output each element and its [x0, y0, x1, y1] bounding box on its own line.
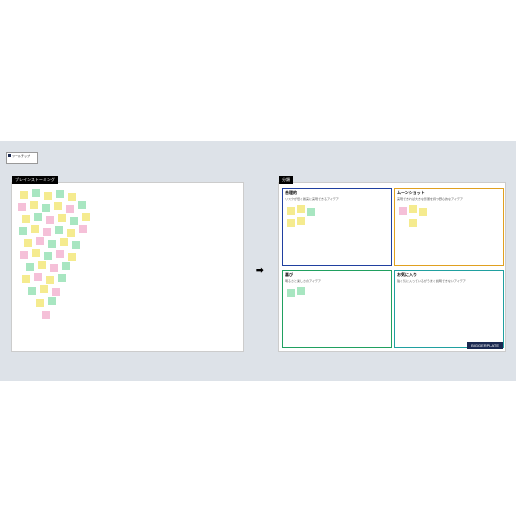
sticky-note[interactable] [20, 191, 28, 199]
sticky-note[interactable] [36, 299, 44, 307]
sticky-note[interactable] [22, 215, 30, 223]
q1-title: 合理的 [283, 189, 391, 197]
sticky-note[interactable] [48, 297, 56, 305]
sticky-note[interactable] [40, 285, 48, 293]
sticky-note[interactable] [54, 202, 62, 210]
sticky-note[interactable] [60, 238, 68, 246]
q4-sub: 強く気に入っているがうまく説明できないアイデア [395, 279, 503, 283]
sticky-note[interactable] [62, 262, 70, 270]
sticky-note[interactable] [31, 225, 39, 233]
q3-sub: 明るさと楽しさのアイデア [283, 279, 391, 283]
sticky-note[interactable] [409, 219, 417, 227]
sticky-note[interactable] [78, 201, 86, 209]
sticky-note[interactable] [46, 216, 54, 224]
q4-title: お気に入り [395, 271, 503, 279]
sticky-note[interactable] [58, 274, 66, 282]
sort-canvas[interactable]: 分類 合理的 リスクが低く確実に実現できるアイデア ムーンショット 実現できれば… [278, 182, 506, 352]
sticky-note[interactable] [287, 207, 295, 215]
sticky-note[interactable] [56, 190, 64, 198]
left-label: ブレインストーミング [12, 176, 58, 184]
sticky-note[interactable] [50, 264, 58, 272]
tooltip-box: ツールチップ [6, 152, 38, 164]
sticky-note[interactable] [22, 275, 30, 283]
sticky-note[interactable] [52, 288, 60, 296]
q2-title: ムーンショット [395, 189, 503, 197]
sticky-note[interactable] [44, 252, 52, 260]
sticky-note[interactable] [67, 229, 75, 237]
sticky-note[interactable] [70, 217, 78, 225]
sticky-note[interactable] [307, 208, 315, 216]
sticky-note[interactable] [24, 239, 32, 247]
sticky-note[interactable] [55, 226, 63, 234]
quadrant-rational[interactable]: 合理的 リスクが低く確実に実現できるアイデア [282, 188, 392, 266]
quadrant-delight[interactable]: 喜び 明るさと楽しさのアイデア [282, 270, 392, 348]
sticky-note[interactable] [43, 228, 51, 236]
sticky-note[interactable] [32, 189, 40, 197]
sticky-note[interactable] [68, 253, 76, 261]
sticky-note[interactable] [287, 219, 295, 227]
sticky-note[interactable] [56, 250, 64, 258]
sticky-note[interactable] [30, 201, 38, 209]
sticky-note[interactable] [26, 263, 34, 271]
sticky-note[interactable] [20, 251, 28, 259]
sticky-note[interactable] [399, 207, 407, 215]
sticky-note[interactable] [28, 287, 36, 295]
q2-sub: 実現できれば大きな影響を持つ野心的なアイデア [395, 197, 503, 201]
sticky-note[interactable] [58, 214, 66, 222]
sticky-note[interactable] [38, 261, 46, 269]
sticky-note[interactable] [42, 204, 50, 212]
q3-title: 喜び [283, 271, 391, 279]
sticky-note[interactable] [82, 213, 90, 221]
sticky-note[interactable] [66, 205, 74, 213]
sticky-note[interactable] [297, 217, 305, 225]
sticky-note[interactable] [42, 311, 50, 319]
sticky-note[interactable] [297, 287, 305, 295]
sticky-note[interactable] [46, 276, 54, 284]
tooltip-text: ツールチップ [12, 154, 30, 158]
quadrant-favorite[interactable]: お気に入り 強く気に入っているがうまく説明できないアイデア [394, 270, 504, 348]
sticky-note[interactable] [36, 237, 44, 245]
arrow-icon: ➡ [256, 265, 264, 276]
sticky-note[interactable] [79, 225, 87, 233]
brainstorm-canvas[interactable]: ブレインストーミング [11, 182, 244, 352]
brand-badge: BIGGERPLATE [467, 342, 503, 349]
sticky-note[interactable] [68, 193, 76, 201]
sticky-note[interactable] [18, 203, 26, 211]
sticky-note[interactable] [44, 192, 52, 200]
sticky-note[interactable] [32, 249, 40, 257]
sticky-note[interactable] [19, 227, 27, 235]
sticky-note[interactable] [34, 273, 42, 281]
sticky-note[interactable] [287, 289, 295, 297]
sticky-note[interactable] [72, 241, 80, 249]
sticky-note[interactable] [34, 213, 42, 221]
q1-sub: リスクが低く確実に実現できるアイデア [283, 197, 391, 201]
quadrant-moonshot[interactable]: ムーンショット 実現できれば大きな影響を持つ野心的なアイデア [394, 188, 504, 266]
sticky-note[interactable] [409, 205, 417, 213]
right-label: 分類 [279, 176, 293, 184]
sticky-note[interactable] [48, 240, 56, 248]
sticky-note[interactable] [419, 208, 427, 216]
sticky-note[interactable] [297, 205, 305, 213]
